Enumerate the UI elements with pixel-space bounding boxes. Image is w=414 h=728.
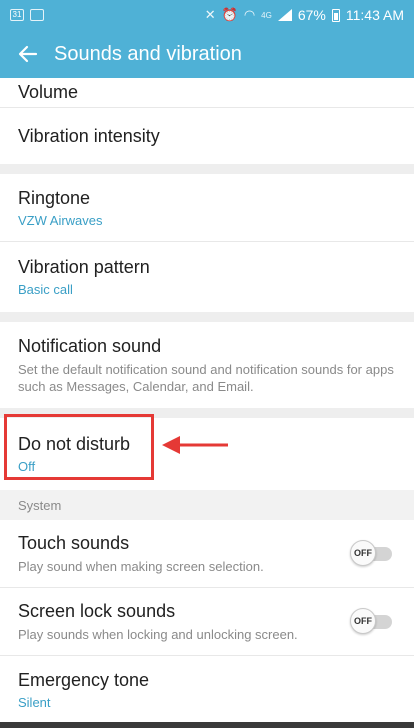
setting-title: Vibration pattern xyxy=(18,257,150,277)
mute-icon: ✕ xyxy=(204,7,216,22)
setting-ringtone[interactable]: Ringtone VZW Airwaves xyxy=(0,174,414,242)
setting-do-not-disturb[interactable]: Do not disturb Off xyxy=(0,418,414,490)
setting-description: Set the default notification sound and n… xyxy=(18,361,394,394)
setting-title: Screen lock sounds xyxy=(18,600,176,621)
setting-value: Basic call xyxy=(18,282,73,297)
settings-list: Volume Vibration intensity Ringtone VZW … xyxy=(0,78,414,724)
setting-value: VZW Airwaves xyxy=(18,212,103,228)
image-icon xyxy=(30,9,44,21)
network-label: 4G xyxy=(261,10,272,20)
setting-title: Notification sound xyxy=(18,335,162,356)
screen-lock-sounds-toggle[interactable]: OFF xyxy=(350,607,392,634)
setting-title: Ringtone xyxy=(18,187,91,208)
setting-title: Volume xyxy=(18,82,79,102)
setting-vibration-intensity[interactable]: Vibration intensity xyxy=(0,108,414,164)
section-divider xyxy=(0,164,414,174)
setting-emergency-tone[interactable]: Emergency tone Silent xyxy=(0,656,414,724)
setting-title: Touch sounds xyxy=(18,532,130,553)
section-divider xyxy=(0,408,414,418)
toggle-knob: OFF xyxy=(350,539,376,566)
setting-volume[interactable]: Volume xyxy=(0,78,414,108)
status-right: ✕ ⏰ ◠ 4G 67% 11:43 AM xyxy=(205,7,404,23)
setting-touch-sounds[interactable]: Touch sounds Play sound when making scre… xyxy=(0,520,414,588)
arrow-left-icon xyxy=(18,45,38,63)
setting-title: Vibration intensity xyxy=(18,125,160,146)
page-title: Sounds and vibration xyxy=(54,42,242,65)
nav-bar-edge xyxy=(0,722,414,728)
app-bar: Sounds and vibration xyxy=(0,30,414,78)
setting-description: Play sound when making screen selection. xyxy=(18,558,264,574)
setting-description: Play sounds when locking and unlocking s… xyxy=(18,626,298,642)
section-divider xyxy=(0,312,414,322)
alarm-icon: ⏰ xyxy=(221,7,238,22)
battery-icon xyxy=(331,8,340,22)
touch-sounds-toggle[interactable]: OFF xyxy=(350,539,392,566)
setting-value: Silent xyxy=(18,694,51,710)
setting-title: Do not disturb xyxy=(18,434,131,454)
signal-icon xyxy=(277,9,292,21)
calendar-icon: 31 xyxy=(10,9,24,21)
setting-vibration-pattern[interactable]: Vibration pattern Basic call xyxy=(0,242,414,312)
wifi-icon: ◠ xyxy=(243,7,256,22)
status-bar: 31 ✕ ⏰ ◠ 4G 67% 11:43 AM xyxy=(0,0,414,30)
clock: 11:43 AM xyxy=(345,7,404,23)
setting-notification-sound[interactable]: Notification sound Set the default notif… xyxy=(0,322,414,408)
status-left: 31 xyxy=(10,9,44,21)
setting-screen-lock-sounds[interactable]: Screen lock sounds Play sounds when lock… xyxy=(0,588,414,656)
back-button[interactable] xyxy=(16,42,40,66)
setting-value: Off xyxy=(18,459,36,474)
section-header-system: System xyxy=(0,490,414,520)
setting-title: Emergency tone xyxy=(18,669,150,690)
toggle-knob: OFF xyxy=(350,607,376,634)
battery-percent: 67% xyxy=(297,7,326,23)
